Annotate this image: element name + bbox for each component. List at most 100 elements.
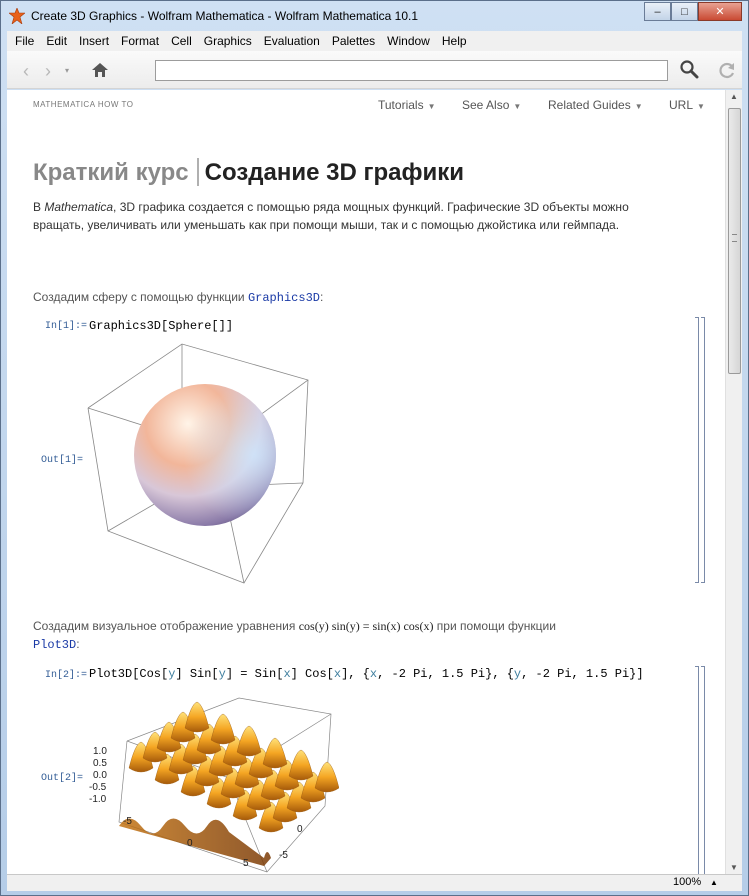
close-button[interactable]: ✕ xyxy=(698,2,742,21)
code-part: , -2 Pi, 1.5 Pi}] xyxy=(521,667,644,681)
para2-after: при помощи функции xyxy=(433,619,556,633)
z-tick-label: -1.0 xyxy=(89,794,107,805)
cell-group-bracket[interactable] xyxy=(695,666,699,874)
intro-italic: Mathematica xyxy=(44,200,114,214)
z-tick-label: 0.5 xyxy=(93,758,107,769)
x-tick-label: -5 xyxy=(123,816,132,827)
menu-edit[interactable]: Edit xyxy=(42,34,75,48)
chevron-down-icon: ▼ xyxy=(513,102,522,111)
related-guides-menu[interactable]: Related Guides ▼ xyxy=(548,98,643,112)
code-var: x xyxy=(283,667,291,681)
vertical-scrollbar[interactable]: ▲ ▼ xyxy=(725,90,742,874)
surface-peak xyxy=(184,701,210,733)
input-label-2: In[2]:= xyxy=(45,670,88,681)
surface-peak xyxy=(288,749,314,781)
input-cell-2[interactable]: Plot3D[Cos[y] Sin[y] = Sin[x] Cos[x], {x… xyxy=(89,667,644,681)
code-part: ], { xyxy=(341,667,370,681)
title-bar: Create 3D Graphics - Wolfram Mathematica… xyxy=(1,1,748,30)
cell-group-bracket[interactable] xyxy=(695,317,699,583)
code-part: Plot3D[Cos[ xyxy=(89,667,169,681)
forward-button[interactable]: › xyxy=(45,61,51,82)
y-tick-label: -5 xyxy=(279,850,288,861)
code-part: ] Sin[ xyxy=(175,667,219,681)
search-input[interactable] xyxy=(155,60,668,81)
para1-end: : xyxy=(319,290,324,304)
title-divider xyxy=(196,158,199,186)
maximize-button[interactable]: □ xyxy=(671,2,698,21)
chevron-down-icon: ▼ xyxy=(697,102,705,111)
para2-text: Создадим визуальное отображение уравнени… xyxy=(33,619,299,633)
refresh-icon[interactable] xyxy=(717,60,737,80)
tutorials-label: Tutorials xyxy=(378,98,424,112)
z-tick-label: 0.0 xyxy=(93,770,107,781)
code-part: ] Cos[ xyxy=(290,667,334,681)
title-category: Краткий курс xyxy=(33,159,189,186)
scrollbar-thumb[interactable] xyxy=(728,108,741,374)
search-icon[interactable] xyxy=(679,59,699,79)
input-cell-1[interactable]: Graphics3D[Sphere[]] xyxy=(89,319,233,333)
zoom-menu-icon[interactable]: ▲ xyxy=(710,878,718,887)
para2-end: : xyxy=(76,637,80,651)
menu-format[interactable]: Format xyxy=(117,34,167,48)
sphere-graphic[interactable] xyxy=(83,338,319,588)
grip-icon xyxy=(732,234,737,242)
menu-file[interactable]: File xyxy=(11,34,42,48)
menu-insert[interactable]: Insert xyxy=(75,34,117,48)
scroll-down-icon[interactable]: ▼ xyxy=(730,863,738,872)
z-tick-label: -0.5 xyxy=(89,782,107,793)
chevron-down-icon: ▼ xyxy=(427,102,436,111)
home-icon[interactable] xyxy=(91,61,109,79)
back-button[interactable]: ‹ xyxy=(23,61,29,82)
zoom-level[interactable]: 100% xyxy=(673,876,701,888)
cell-group-bracket[interactable] xyxy=(701,317,705,583)
intro-rest: , 3D графика создается с помощью ряда мо… xyxy=(33,200,629,232)
x-tick-label: 5 xyxy=(243,858,249,869)
title-main: Создание 3D графики xyxy=(204,159,464,186)
z-tick-label: 1.0 xyxy=(93,746,107,757)
url-menu[interactable]: URL ▼ xyxy=(669,98,705,112)
tutorials-menu[interactable]: Tutorials ▼ xyxy=(378,98,436,112)
output-label-2: Out[2]= xyxy=(41,773,84,784)
cell-group-bracket[interactable] xyxy=(701,666,705,874)
history-dropdown-icon[interactable]: ▾ xyxy=(65,66,69,75)
intro-prefix: В xyxy=(33,200,45,214)
x-tick-label: 0 xyxy=(187,838,193,849)
mathematica-logo-icon xyxy=(9,8,25,24)
status-bar: 100% ▲ xyxy=(7,874,742,891)
surface-peak xyxy=(236,725,262,757)
menu-help[interactable]: Help xyxy=(438,34,475,48)
menu-cell[interactable]: Cell xyxy=(167,34,200,48)
menu-evaluation[interactable]: Evaluation xyxy=(260,34,328,48)
para1-text: Создадим сферу с помощью функции xyxy=(33,290,248,304)
equation: cos(y) sin(y) = sin(x) cos(x) xyxy=(298,619,434,633)
graphics3d-link[interactable]: Graphics3D xyxy=(248,291,320,305)
see-also-label: See Also xyxy=(462,98,510,112)
minimize-button[interactable]: – xyxy=(644,2,671,21)
page-title: Краткий курс Создание 3D графики xyxy=(33,158,464,187)
see-also-menu[interactable]: See Also ▼ xyxy=(462,98,521,112)
surface-peak xyxy=(210,713,236,745)
plot3d-link[interactable]: Plot3D xyxy=(33,638,76,652)
surface-peak xyxy=(262,737,288,769)
code-var: x xyxy=(333,667,342,681)
chevron-down-icon: ▼ xyxy=(634,102,643,111)
plot3d-graphic[interactable]: 1.0 0.5 0.0 -0.5 -1.0 -5 0 5 0 -5 xyxy=(89,686,339,874)
menu-bar: File Edit Insert Format Cell Graphics Ev… xyxy=(7,31,742,51)
menu-window[interactable]: Window xyxy=(383,34,438,48)
sphere-description: Создадим сферу с помощью функции Graphic… xyxy=(33,288,323,307)
menu-palettes[interactable]: Palettes xyxy=(328,34,383,48)
intro-paragraph: В Mathematica, 3D графика создается с по… xyxy=(33,198,673,234)
menu-graphics[interactable]: Graphics xyxy=(200,34,260,48)
scroll-up-icon[interactable]: ▲ xyxy=(730,92,738,101)
code-part: ] = Sin[ xyxy=(225,667,284,681)
input-label-1: In[1]:= xyxy=(45,321,88,332)
plot-description: Создадим визуальное отображение уравнени… xyxy=(33,617,673,654)
window-title: Create 3D Graphics - Wolfram Mathematica… xyxy=(31,9,419,23)
y-tick-label: 0 xyxy=(297,824,303,835)
documentation-page: MATHEMATICA HOW TO Tutorials ▼ See Also ▼ … xyxy=(7,90,725,874)
app-window: Create 3D Graphics - Wolfram Mathematica… xyxy=(0,0,749,896)
code-part: , -2 Pi, 1.5 Pi}, { xyxy=(377,667,514,681)
output-label-1: Out[1]= xyxy=(41,455,84,466)
window-controls: – □ ✕ xyxy=(644,2,742,21)
code-var: y xyxy=(218,667,226,681)
